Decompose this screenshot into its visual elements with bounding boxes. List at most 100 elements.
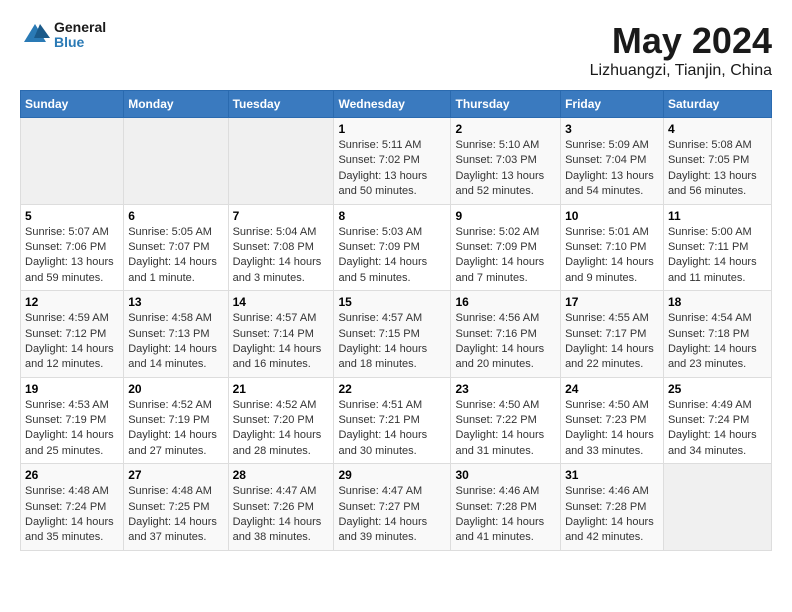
- day-number: 24: [565, 382, 659, 396]
- day-number: 26: [25, 468, 119, 482]
- sunset-text: Sunset: 7:13 PM: [128, 328, 209, 340]
- calendar-cell: 11Sunrise: 5:00 AMSunset: 7:11 PMDayligh…: [663, 204, 771, 291]
- sunrise-text: Sunrise: 4:54 AM: [668, 312, 752, 324]
- calendar-cell: 8 Sunrise: 5:03 AMSunset: 7:09 PMDaylight…: [334, 204, 451, 291]
- day-info: Sunrise: 4:53 AMSunset: 7:19 PMDaylight:…: [25, 398, 119, 460]
- daylight-text: Daylight: 14 hours and 20 minutes.: [455, 343, 544, 370]
- daylight-text: Daylight: 14 hours and 42 minutes.: [565, 516, 654, 543]
- day-number: 1: [338, 122, 446, 136]
- daylight-text: Daylight: 14 hours and 12 minutes.: [25, 343, 114, 370]
- sunrise-text: Sunrise: 5:10 AM: [455, 139, 539, 151]
- sunrise-text: Sunrise: 4:53 AM: [25, 399, 109, 411]
- daylight-text: Daylight: 14 hours and 38 minutes.: [233, 516, 322, 543]
- sunrise-text: Sunrise: 4:59 AM: [25, 312, 109, 324]
- day-number: 30: [455, 468, 556, 482]
- daylight-text: Daylight: 14 hours and 35 minutes.: [25, 516, 114, 543]
- day-info: Sunrise: 5:03 AMSunset: 7:09 PMDaylight:…: [338, 225, 446, 287]
- sunrise-text: Sunrise: 4:46 AM: [455, 485, 539, 497]
- sunrise-text: Sunrise: 5:03 AM: [338, 226, 422, 238]
- day-info: Sunrise: 4:50 AMSunset: 7:23 PMDaylight:…: [565, 398, 659, 460]
- sunrise-text: Sunrise: 4:49 AM: [668, 399, 752, 411]
- day-number: 18: [668, 295, 767, 309]
- daylight-text: Daylight: 14 hours and 3 minutes.: [233, 256, 322, 283]
- weekday-header-tuesday: Tuesday: [228, 91, 334, 118]
- day-number: 14: [233, 295, 330, 309]
- day-number: 22: [338, 382, 446, 396]
- sunrise-text: Sunrise: 5:07 AM: [25, 226, 109, 238]
- sunrise-text: Sunrise: 4:47 AM: [233, 485, 317, 497]
- day-number: 8: [338, 209, 446, 223]
- day-info: Sunrise: 5:07 AMSunset: 7:06 PMDaylight:…: [25, 225, 119, 287]
- calendar-cell: 30Sunrise: 4:46 AMSunset: 7:28 PMDayligh…: [451, 464, 561, 551]
- sunset-text: Sunset: 7:14 PM: [233, 328, 314, 340]
- logo-icon: [20, 20, 50, 50]
- sunrise-text: Sunrise: 5:09 AM: [565, 139, 649, 151]
- calendar-week-row: 1Sunrise: 5:11 AMSunset: 7:02 PMDaylight…: [21, 118, 772, 205]
- calendar-cell: 26 Sunrise: 4:48 AMSunset: 7:24 PMDayligh…: [21, 464, 124, 551]
- calendar-cell: 14 Sunrise: 4:57 AM Sunset: 7:14 PM Dayligh…: [228, 291, 334, 378]
- day-info: Sunrise: 4:47 AMSunset: 7:27 PMDaylight:…: [338, 484, 446, 546]
- daylight-text: Daylight: 13 hours and 50 minutes.: [338, 170, 427, 197]
- day-number: 27: [128, 468, 223, 482]
- calendar-cell: 23 Sunrise: 4:50 AMSunset: 7:22 PMDayligh…: [451, 377, 561, 464]
- day-number: 25: [668, 382, 767, 396]
- sunrise-text: Sunrise: 4:57 AM: [233, 312, 317, 324]
- sunrise-text: Sunrise: 4:52 AM: [233, 399, 317, 411]
- daylight-text: Daylight: 14 hours and 7 minutes.: [455, 256, 544, 283]
- sunset-text: Sunset: 7:27 PM: [338, 501, 419, 513]
- day-number: 23: [455, 382, 556, 396]
- daylight-text: Daylight: 14 hours and 22 minutes.: [565, 343, 654, 370]
- daylight-text: Daylight: 14 hours and 33 minutes.: [565, 429, 654, 456]
- weekday-header-thursday: Thursday: [451, 91, 561, 118]
- calendar-cell: 21Sunrise: 4:52 AMSunset: 7:20 PMDayligh…: [228, 377, 334, 464]
- weekday-header-monday: Monday: [124, 91, 228, 118]
- sunrise-text: Sunrise: 4:52 AM: [128, 399, 212, 411]
- calendar-cell: 6Sunrise: 5:05 AMSunset: 7:07 PMDaylight…: [124, 204, 228, 291]
- day-number: 12: [25, 295, 119, 309]
- calendar-cell: [228, 118, 334, 205]
- day-info: Sunrise: 4:56 AM Sunset: 7:16 PM Daylight:…: [455, 311, 556, 373]
- daylight-text: Daylight: 14 hours and 18 minutes.: [338, 343, 427, 370]
- sunrise-text: Sunrise: 4:50 AM: [565, 399, 649, 411]
- daylight-text: Daylight: 14 hours and 9 minutes.: [565, 256, 654, 283]
- sunset-text: Sunset: 7:21 PM: [338, 414, 419, 426]
- daylight-text: Daylight: 13 hours and 52 minutes.: [455, 170, 544, 197]
- sunrise-text: Sunrise: 4:56 AM: [455, 312, 539, 324]
- day-info: Sunrise: 4:51 AMSunset: 7:21 PMDaylight:…: [338, 398, 446, 460]
- sunset-text: Sunset: 7:24 PM: [668, 414, 749, 426]
- calendar-cell: 16Sunrise: 4:56 AMSunset: 7:16 PMDayligh…: [451, 291, 561, 378]
- daylight-text: Daylight: 14 hours and 14 minutes.: [128, 343, 217, 370]
- daylight-text: Daylight: 14 hours and 39 minutes.: [338, 516, 427, 543]
- weekday-header-saturday: Saturday: [663, 91, 771, 118]
- calendar-cell: 15Sunrise: 4:57 AMSunset: 7:15 PMDayligh…: [334, 291, 451, 378]
- sunset-text: Sunset: 7:16 PM: [455, 328, 536, 340]
- day-info: Sunrise: 4:48 AMSunset: 7:24 PMDaylight:…: [25, 484, 119, 546]
- day-info: Sunrise: 5:01 AMSunset: 7:10 PMDaylight:…: [565, 225, 659, 287]
- logo-text: General Blue: [54, 20, 106, 51]
- calendar-cell: 3Sunrise: 5:09 AMSunset: 7:04 PMDaylight…: [561, 118, 664, 205]
- day-info: Sunrise: 4:59 AMSunset: 7:12 PMDaylight:…: [25, 311, 119, 373]
- sunset-text: Sunset: 7:18 PM: [668, 328, 749, 340]
- day-info: Sunrise: 5:00 AMSunset: 7:11 PMDaylight:…: [668, 225, 767, 287]
- sunrise-text: Sunrise: 4:58 AM: [128, 312, 212, 324]
- calendar-cell: 12 Sunrise: 4:59 AMSunset: 7:12 PMDayligh…: [21, 291, 124, 378]
- sunset-text: Sunset: 7:07 PM: [128, 241, 209, 253]
- day-info: Sunrise: 5:09 AMSunset: 7:04 PMDaylight:…: [565, 138, 659, 200]
- sunrise-text: Sunrise: 5:04 AM: [233, 226, 317, 238]
- calendar-cell: 1Sunrise: 5:11 AMSunset: 7:02 PMDaylight…: [334, 118, 451, 205]
- logo: General Blue: [20, 20, 106, 51]
- day-info: Sunrise: 4:57 AMSunset: 7:15 PMDaylight:…: [338, 311, 446, 373]
- logo-line2: Blue: [54, 35, 106, 50]
- calendar-week-row: 12 Sunrise: 4:59 AMSunset: 7:12 PMDayligh…: [21, 291, 772, 378]
- calendar-cell: [124, 118, 228, 205]
- sunset-text: Sunset: 7:28 PM: [455, 501, 536, 513]
- calendar-cell: 5Sunrise: 5:07 AMSunset: 7:06 PMDaylight…: [21, 204, 124, 291]
- day-info: Sunrise: 4:50 AMSunset: 7:22 PMDaylight:…: [455, 398, 556, 460]
- sunrise-text: Sunrise: 4:50 AM: [455, 399, 539, 411]
- calendar-cell: 19Sunrise: 4:53 AMSunset: 7:19 PMDayligh…: [21, 377, 124, 464]
- daylight-text: Daylight: 13 hours and 59 minutes.: [25, 256, 114, 283]
- sunset-text: Sunset: 7:03 PM: [455, 154, 536, 166]
- daylight-text: Daylight: 14 hours and 16 minutes.: [233, 343, 322, 370]
- day-info: Sunrise: 4:57 AM Sunset: 7:14 PM Daylight:…: [233, 311, 330, 373]
- sunset-text: Sunset: 7:08 PM: [233, 241, 314, 253]
